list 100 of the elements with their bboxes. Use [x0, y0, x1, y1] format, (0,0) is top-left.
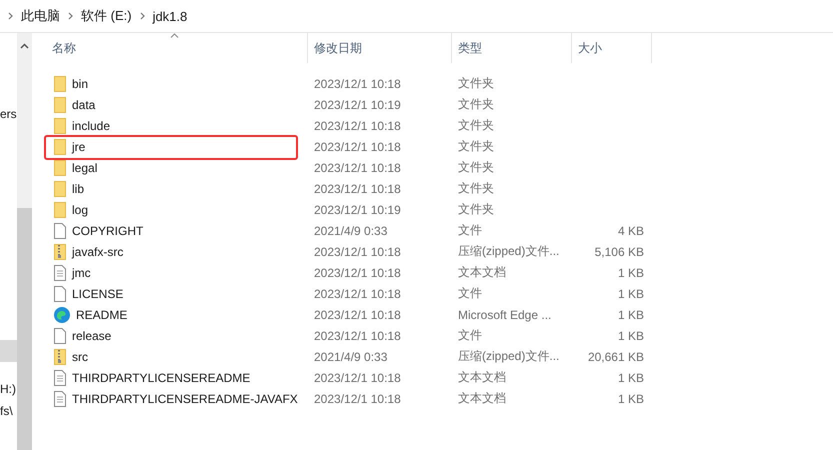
- file-type: 文件: [457, 327, 483, 344]
- folder-icon: [54, 180, 66, 196]
- breadcrumb-item[interactable]: 软件 (E:): [81, 7, 132, 25]
- file-icon: [54, 328, 66, 344]
- nav-item-highlight[interactable]: [0, 340, 17, 362]
- file-type: 文件: [457, 222, 483, 239]
- file-row[interactable]: log 2023/12/1 10:19 文件夹: [46, 199, 833, 220]
- folder-icon: [54, 138, 66, 154]
- modified-date: 2023/12/1 10:18: [313, 118, 402, 132]
- file-row[interactable]: COPYRIGHT 2021/4/9 0:33 文件 4 KB: [46, 220, 833, 241]
- folder-icon: [54, 160, 66, 176]
- nav-item[interactable]: ers: [0, 103, 17, 125]
- file-row[interactable]: THIRDPARTYLICENSEREADME 2023/12/1 10:18 文本文档 1 KB: [46, 367, 833, 388]
- file-size: 1 KB: [616, 266, 645, 280]
- scroll-bar[interactable]: [17, 33, 32, 450]
- modified-date: 2023/12/1 10:19: [313, 98, 402, 112]
- edge-icon: [54, 306, 70, 322]
- file-row[interactable]: javafx-src 2023/12/1 10:18 压缩(zipped)文件... 5,106 KB: [46, 241, 833, 262]
- file-type: 文本文档: [457, 390, 507, 407]
- chevron-right-icon: [68, 12, 73, 20]
- file-icon: [54, 286, 66, 302]
- file-type: Microsoft Edge ...: [457, 308, 552, 322]
- folder-icon: [54, 76, 66, 92]
- file-size: 1 KB: [616, 286, 645, 300]
- file-name: legal: [72, 160, 98, 174]
- modified-date: 2021/4/9 0:33: [313, 350, 388, 364]
- file-row[interactable]: jre 2023/12/1 10:18 文件夹: [46, 136, 833, 157]
- file-type: 文件夹: [457, 180, 495, 197]
- file-type: 文件夹: [457, 138, 495, 155]
- modified-date: 2023/12/1 10:18: [313, 182, 402, 196]
- file-type: 文件夹: [457, 96, 495, 113]
- file-type: 压缩(zipped)文件...: [457, 348, 560, 365]
- file-size: 1 KB: [616, 370, 645, 384]
- file-row[interactable]: THIRDPARTYLICENSEREADME-JAVAFX 2023/12/1 10:18 文本文档 1 KB: [46, 388, 833, 409]
- modified-date: 2023/12/1 10:18: [313, 328, 402, 342]
- modified-date: 2023/12/1 10:18: [313, 244, 402, 258]
- modified-date: 2021/4/9 0:33: [313, 224, 388, 238]
- file-name: data: [72, 98, 96, 112]
- file-name: release: [72, 328, 112, 342]
- file-size: 1 KB: [616, 328, 645, 342]
- file-type: 文件夹: [457, 201, 495, 218]
- file-name: javafx-src: [72, 244, 124, 258]
- chevron-right-icon: [8, 12, 13, 20]
- file-name: bin: [72, 76, 88, 90]
- file-name: log: [72, 202, 88, 216]
- file-name: include: [72, 118, 110, 132]
- zip-folder-icon: [54, 244, 66, 260]
- nav-item[interactable]: fs\: [0, 400, 17, 422]
- file-row[interactable]: include 2023/12/1 10:18 文件夹: [46, 115, 833, 136]
- file-name: THIRDPARTYLICENSEREADME: [72, 370, 250, 384]
- file-type: 压缩(zipped)文件...: [457, 243, 560, 260]
- file-name: LICENSE: [72, 286, 124, 300]
- file-name: README: [76, 308, 128, 322]
- scroll-thumb[interactable]: [17, 208, 32, 450]
- file-row[interactable]: data 2023/12/1 10:19 文件夹: [46, 94, 833, 115]
- chevron-right-icon: [140, 12, 145, 20]
- file-row[interactable]: README 2023/12/1 10:18 Microsoft Edge ... 1 KB: [46, 304, 833, 325]
- modified-date: 2023/12/1 10:18: [313, 140, 402, 154]
- modified-date: 2023/12/1 10:18: [313, 370, 402, 384]
- file-row[interactable]: src 2021/4/9 0:33 压缩(zipped)文件... 20,661 KB: [46, 346, 833, 367]
- modified-date: 2023/12/1 10:18: [313, 286, 402, 300]
- file-name: src: [72, 350, 88, 364]
- modified-date: 2023/12/1 10:18: [313, 392, 402, 406]
- file-type: 文本文档: [457, 264, 507, 281]
- breadcrumb-item[interactable]: 此电脑: [21, 7, 60, 25]
- modified-date: 2023/12/1 10:18: [313, 308, 402, 322]
- breadcrumb-item[interactable]: jdk1.8: [152, 8, 188, 24]
- modified-date: 2023/12/1 10:18: [313, 160, 402, 174]
- folder-icon: [54, 96, 66, 112]
- column-header[interactable]: 修改日期: [308, 33, 452, 63]
- zip-folder-icon: [54, 348, 66, 364]
- file-type: 文件夹: [457, 159, 495, 176]
- file-row[interactable]: release 2023/12/1 10:18 文件 1 KB: [46, 325, 833, 346]
- modified-date: 2023/12/1 10:19: [313, 202, 402, 216]
- file-size: 1 KB: [616, 308, 645, 322]
- file-name: lib: [72, 182, 84, 196]
- folder-icon: [54, 202, 66, 218]
- file-name: COPYRIGHT: [72, 224, 144, 238]
- file-row[interactable]: jmc 2023/12/1 10:18 文本文档 1 KB: [46, 262, 833, 283]
- text-file-icon: [54, 370, 66, 386]
- file-type: 文本文档: [457, 369, 507, 386]
- column-header[interactable]: 类型: [452, 33, 572, 63]
- column-header[interactable]: 名称: [46, 33, 308, 63]
- nav-item[interactable]: H:): [0, 378, 17, 400]
- folder-icon: [54, 118, 66, 134]
- file-row[interactable]: legal 2023/12/1 10:18 文件夹: [46, 157, 833, 178]
- column-header[interactable]: 大小: [572, 33, 652, 63]
- file-type: 文件夹: [457, 75, 495, 92]
- file-size: 5,106 KB: [594, 244, 645, 258]
- file-type: 文件: [457, 285, 483, 302]
- file-type: 文件夹: [457, 117, 495, 134]
- file-name: THIRDPARTYLICENSEREADME-JAVAFX: [72, 392, 298, 406]
- file-icon: [54, 222, 66, 238]
- file-size: 4 KB: [616, 224, 645, 238]
- modified-date: 2023/12/1 10:18: [313, 76, 402, 90]
- file-name: jre: [72, 140, 86, 154]
- file-size: 1 KB: [616, 392, 645, 406]
- file-row[interactable]: bin 2023/12/1 10:18 文件夹: [46, 73, 833, 94]
- file-row[interactable]: lib 2023/12/1 10:18 文件夹: [46, 178, 833, 199]
- file-row[interactable]: LICENSE 2023/12/1 10:18 文件 1 KB: [46, 283, 833, 304]
